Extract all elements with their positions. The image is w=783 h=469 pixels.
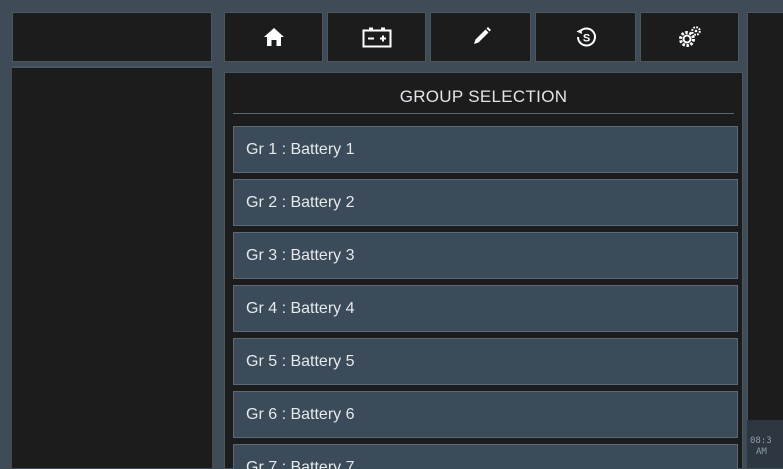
tab-cycle[interactable]: S <box>535 12 636 62</box>
clock: 08:3 AM <box>747 420 783 468</box>
right-side-panel <box>747 12 783 468</box>
group-selection-panel: GROUP SELECTION Gr 1 : Battery 1 Gr 2 : … <box>224 72 743 469</box>
pencil-icon <box>473 27 491 44</box>
tab-home[interactable] <box>224 12 323 62</box>
svg-text:S: S <box>582 33 589 45</box>
battery-icon <box>362 27 391 48</box>
clock-ampm: AM <box>756 447 767 457</box>
tab-battery[interactable] <box>327 12 426 62</box>
dollar-cycle-icon: S <box>576 27 596 47</box>
page-title: GROUP SELECTION <box>233 81 734 114</box>
tab-settings[interactable] <box>640 12 739 62</box>
group-item-1[interactable]: Gr 1 : Battery 1 <box>233 126 738 173</box>
home-icon <box>263 28 284 46</box>
group-item-3[interactable]: Gr 3 : Battery 3 <box>233 232 738 279</box>
left-top-panel <box>12 12 212 62</box>
clock-time: 08:3 <box>750 436 772 446</box>
group-item-5[interactable]: Gr 5 : Battery 5 <box>233 338 738 385</box>
gears-icon <box>678 26 701 47</box>
group-item-2[interactable]: Gr 2 : Battery 2 <box>233 179 738 226</box>
group-item-4[interactable]: Gr 4 : Battery 4 <box>233 285 738 332</box>
group-item-7[interactable]: Gr 7 : Battery 7 <box>233 444 738 469</box>
tab-edit[interactable] <box>430 12 531 62</box>
left-side-panel <box>12 66 212 468</box>
group-item-6[interactable]: Gr 6 : Battery 6 <box>233 391 738 438</box>
